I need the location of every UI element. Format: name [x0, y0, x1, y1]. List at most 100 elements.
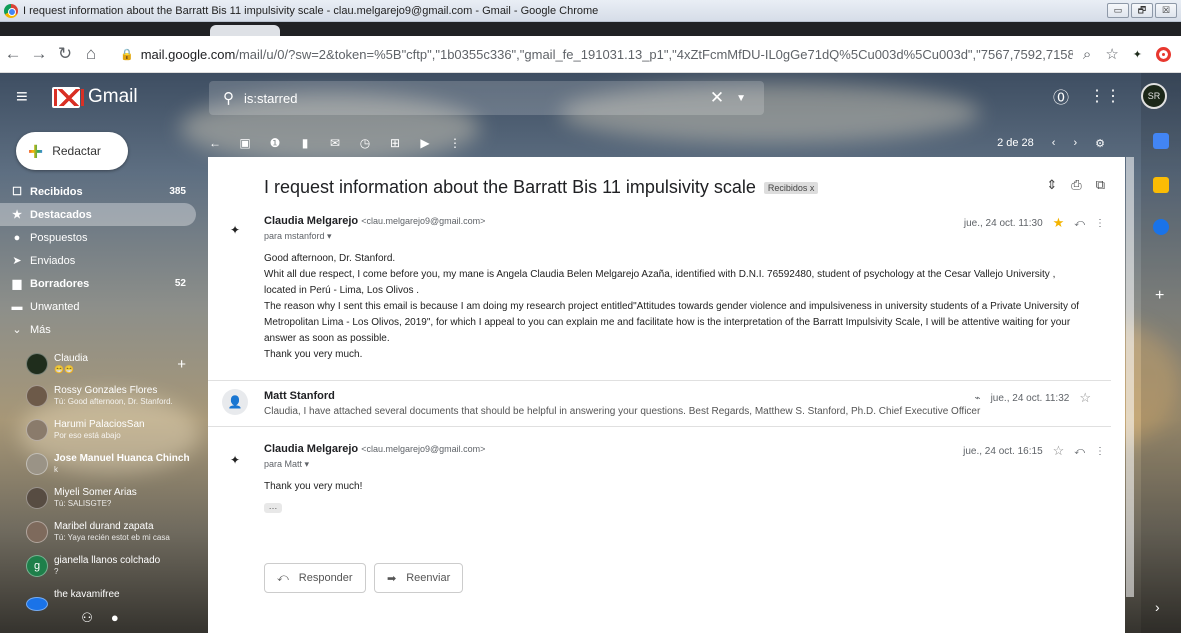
sidebar-item-drafts[interactable]: ▆ Borradores 52 [0, 272, 196, 295]
opera-extension-icon[interactable] [1156, 46, 1171, 62]
reload-icon[interactable]: ↻ [52, 44, 78, 64]
browser-tab[interactable] [210, 25, 280, 36]
clear-search-icon[interactable]: ✕ [710, 88, 724, 108]
more-icon[interactable]: ⋮ [1095, 218, 1105, 229]
snooze-icon[interactable]: ◷ [358, 136, 372, 150]
sender-name: Claudia Melgarejo [264, 215, 359, 227]
print-icon[interactable]: ⎙ [1071, 177, 1081, 193]
sidebar-item-more[interactable]: ⌄ Más [0, 318, 196, 341]
settings-gear-icon[interactable]: ⚙ [1095, 137, 1105, 150]
search-input[interactable] [244, 90, 710, 106]
sidebar-item-starred[interactable]: ★ Destacados [0, 203, 196, 226]
hangouts-contact[interactable]: Maribel durand zapata Tú: Yaya recién est… [0, 515, 196, 549]
collapsed-message[interactable]: 👤 Matt Stanford Claudia, I have attached… [208, 381, 1111, 426]
reply-button[interactable]: ⤺ Responder [264, 563, 366, 593]
contact-name: Jose Manuel Huanca Chinch [54, 453, 190, 464]
label-icon[interactable]: ▶ [418, 136, 432, 150]
contact-preview: Tú: Good afternoon, Dr. Stanford. [54, 397, 173, 406]
message-toolbar: ← ▣ ❶ ▮ ✉ ◷ ⊞ ▶ ⋮ 2 de 28 ‹ › ⚙ [208, 127, 1125, 159]
keep-icon[interactable] [1153, 177, 1169, 193]
open-new-window-icon[interactable]: ⧉ [1096, 177, 1105, 193]
help-icon[interactable]: ⓪ [1053, 84, 1069, 108]
reply-icon[interactable]: ⤺ [1074, 446, 1085, 457]
chat-icon[interactable]: ● [111, 610, 119, 626]
tasks-icon[interactable] [1153, 219, 1169, 235]
reply-icon[interactable]: ⤺ [1074, 218, 1085, 229]
apps-grid-icon[interactable]: ⋮⋮ [1089, 86, 1121, 106]
main-menu-icon[interactable]: ≡ [16, 86, 36, 109]
recipient-toggle[interactable]: para Matt ▾ [264, 459, 309, 470]
compose-button[interactable]: + Redactar [16, 132, 128, 170]
hangouts-contact[interactable]: Harumi PalaciosSan Por eso está abajo [0, 413, 196, 447]
sidebar-footer: ⚇ ● [60, 610, 140, 626]
hangouts-contact[interactable]: g gianella llanos colchado? [0, 549, 196, 583]
draft-icon: ▆ [12, 278, 22, 290]
zoom-icon[interactable]: ⌕ [1083, 46, 1091, 63]
inbox-icon: ☐ [12, 186, 22, 198]
calendar-icon[interactable] [1153, 133, 1169, 149]
hangouts-contact[interactable]: the kavamifree [0, 583, 196, 611]
recipient-toggle[interactable]: para mstanford ▾ [264, 231, 332, 242]
sidebar-item-label: Enviados [30, 254, 76, 267]
gmail-wordmark: Gmail [88, 86, 138, 107]
attachment-icon: ⌁ [974, 392, 981, 404]
next-icon[interactable]: › [1073, 137, 1077, 149]
more-options-icon[interactable]: ⋮ [448, 136, 462, 150]
avatar: ✦ [222, 447, 248, 473]
avatar [26, 521, 48, 543]
hangouts-contact[interactable]: Miyeli Somer Arias Tú: SALISGTE? [0, 481, 196, 515]
show-trimmed-content-button[interactable]: … [264, 502, 282, 513]
thread-view: I request information about the Barratt … [208, 157, 1125, 633]
draft-count: 52 [174, 278, 186, 289]
gmail-app: ≡ Gmail ⚲ ✕ ▼ ⓪ ⋮⋮ SR + Redactar ☐ Recibi… [0, 73, 1181, 633]
contacts-icon[interactable]: ⚇ [81, 610, 93, 626]
url-field[interactable]: 🔒 mail.google.com/mail/u/0/?sw=2&token=%… [114, 40, 1073, 68]
hangouts-status: 😁😁 [54, 365, 74, 374]
more-icon[interactable]: ⋮ [1095, 446, 1105, 457]
mark-unread-icon[interactable]: ✉ [328, 136, 342, 150]
search-options-icon[interactable]: ▼ [736, 93, 746, 104]
hangouts-me[interactable]: Claudia 😁😁 + [0, 349, 196, 379]
reply-label: Responder [298, 572, 353, 584]
star-icon[interactable]: ☆ [1079, 390, 1091, 406]
back-icon[interactable]: ← [0, 44, 26, 64]
home-icon[interactable]: ⌂ [78, 44, 104, 64]
address-bar-row: ← → ↻ ⌂ 🔒 mail.google.com/mail/u/0/?sw=2… [0, 36, 1181, 73]
avatar: ✦ [222, 217, 248, 243]
contact-preview: Tú: Yaya recién estot eb mi casa [54, 533, 170, 542]
search-box[interactable]: ⚲ ✕ ▼ [209, 81, 764, 115]
bookmark-star-icon[interactable]: ☆ [1105, 45, 1118, 63]
scrollbar[interactable] [1126, 157, 1134, 597]
hangouts-user-name: Claudia [54, 353, 88, 364]
move-to-icon[interactable]: ⊞ [388, 136, 402, 150]
sender-name: Matt Stanford [264, 390, 335, 402]
maximize-button[interactable]: 🗗 [1131, 3, 1153, 18]
search-icon[interactable]: ⚲ [223, 89, 234, 107]
close-button[interactable]: ☒ [1155, 3, 1177, 18]
forward-icon[interactable]: → [26, 44, 52, 64]
star-icon[interactable]: ☆ [1053, 443, 1065, 459]
star-icon[interactable]: ★ [1053, 215, 1065, 231]
hangouts-contact[interactable]: Jose Manuel Huanca Chinch k [0, 447, 196, 481]
sidebar-item-unwanted[interactable]: ▬ Unwanted [0, 295, 196, 318]
sidebar-item-inbox[interactable]: ☐ Recibidos 385 [0, 180, 196, 203]
back-to-list-icon[interactable]: ← [208, 136, 222, 150]
message-date: jue., 24 oct. 16:15 [963, 445, 1043, 457]
archive-icon[interactable]: ▣ [238, 136, 252, 150]
minimize-button[interactable]: ▭ [1107, 3, 1129, 18]
add-addon-icon[interactable]: + [1155, 287, 1164, 305]
expand-panel-icon[interactable]: › [1155, 599, 1160, 615]
hangouts-list: Claudia 😁😁 + Rossy Gonzales Flores Tú: Goo… [0, 353, 196, 611]
prev-icon[interactable]: ‹ [1052, 137, 1056, 149]
sidebar-item-snoozed[interactable]: ● Pospuestos [0, 226, 196, 249]
forward-button[interactable]: ➡ Reenviar [374, 563, 464, 593]
gmail-logo[interactable]: Gmail [52, 86, 138, 108]
inbox-label-chip[interactable]: Recibidos x [763, 181, 819, 194]
extension-icon[interactable]: ✦ [1133, 48, 1142, 61]
delete-icon[interactable]: ▮ [298, 136, 312, 150]
expand-all-icon[interactable]: ⇕ [1046, 177, 1057, 193]
report-spam-icon[interactable]: ❶ [268, 136, 282, 150]
hangouts-contact[interactable]: Rossy Gonzales Flores Tú: Good afternoon,… [0, 379, 196, 413]
sidebar-item-sent[interactable]: ➤ Enviados [0, 249, 196, 272]
new-conversation-icon[interactable]: + [177, 356, 186, 373]
